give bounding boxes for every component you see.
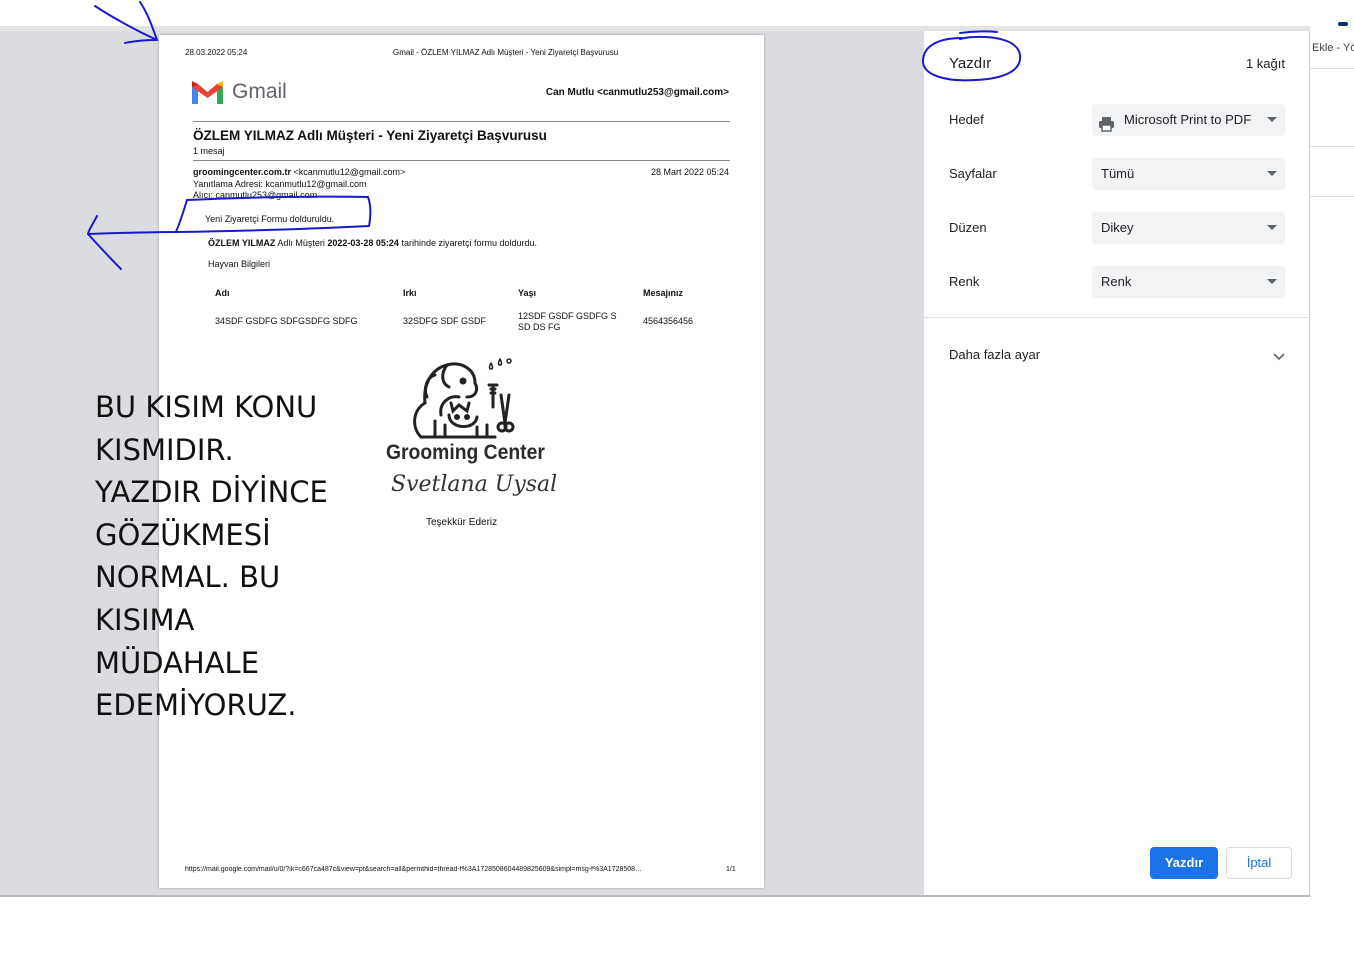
print-title-circle [921, 35, 1022, 82]
circle-tail-stroke [959, 30, 998, 34]
left-arrow-stroke [87, 231, 177, 235]
pen-annotations [87, 1, 1022, 270]
arrow-stroke [94, 5, 158, 41]
intro-highlight-box [175, 195, 372, 233]
left-arrow-stroke [87, 215, 122, 270]
